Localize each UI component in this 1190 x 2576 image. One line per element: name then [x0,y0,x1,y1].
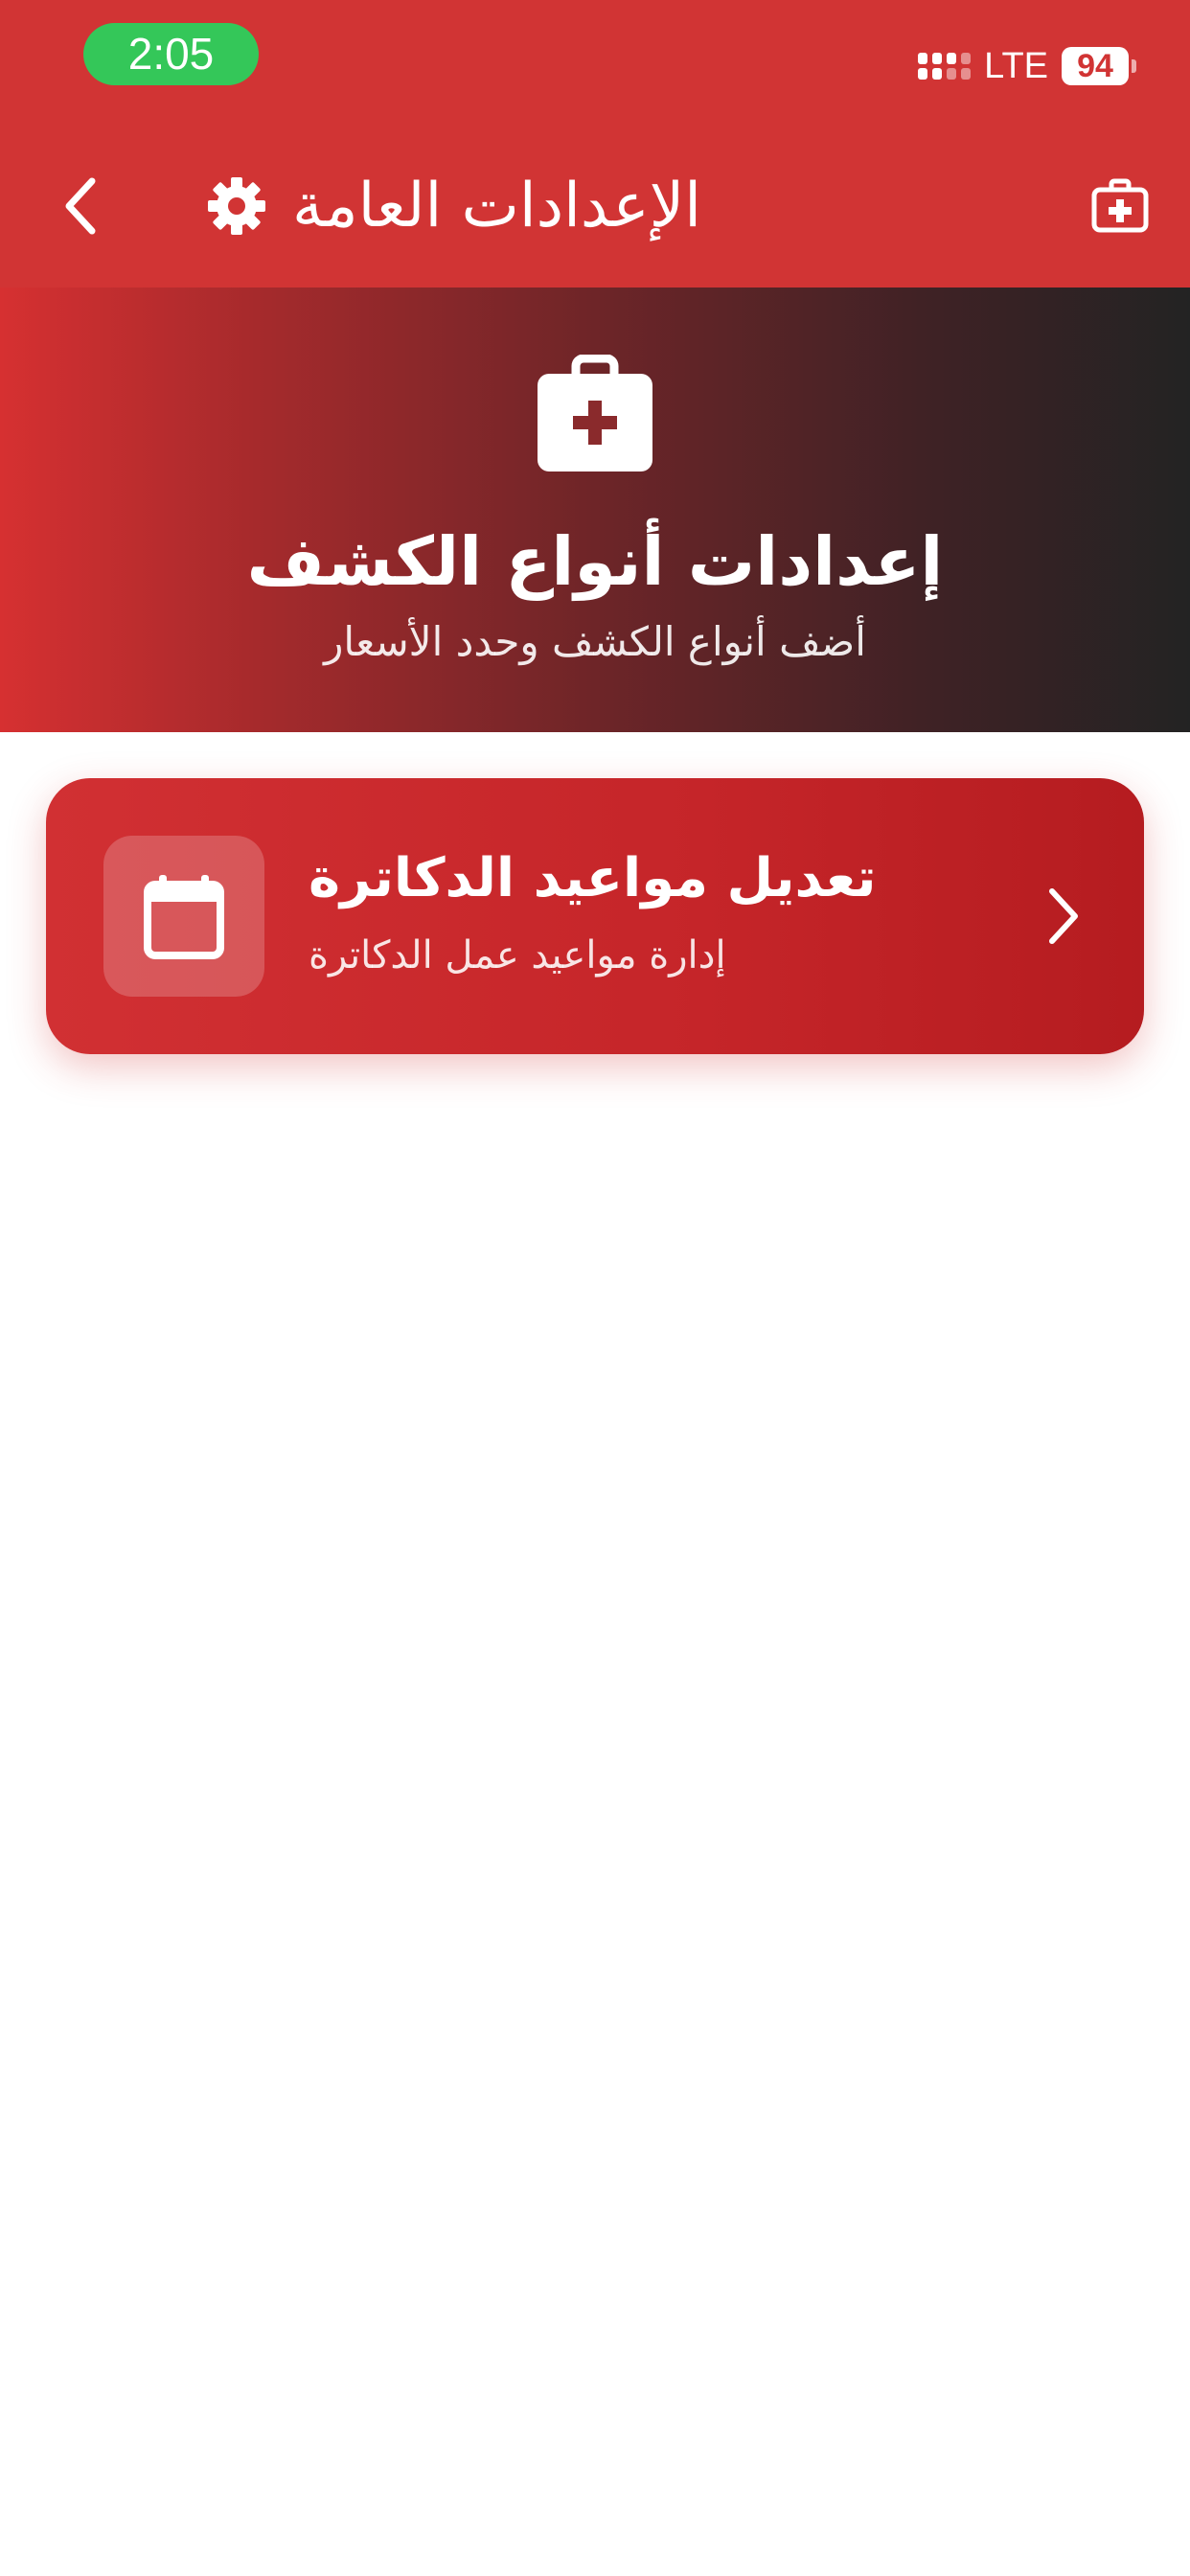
status-indicators: LTE 94 [918,42,1136,90]
doctor-schedule-card[interactable]: تعديل مواعيد الدكاترة إدارة مواعيد عمل ا… [46,778,1144,1054]
hero-subtitle: أضف أنواع الكشف وحدد الأسعار [324,618,866,665]
card-title: تعديل مواعيد الدكاترة [309,847,877,909]
card-icon-container [103,836,264,997]
network-type: LTE [984,45,1048,86]
chevron-left-icon [65,177,96,235]
chevron-right-icon [1049,888,1078,944]
medical-kit-button[interactable] [1087,172,1154,240]
medical-kit-icon [1091,178,1149,233]
app-header: 2:05 LTE 94 الإعدادات العامة [0,0,1190,288]
hero-banner: إعدادات أنواع الكشف أضف أنواع الكشف وحدد… [0,288,1190,732]
back-button[interactable] [54,168,107,244]
battery-icon: 94 [1062,47,1136,85]
card-subtitle: إدارة مواعيد عمل الدكاترة [309,933,726,978]
page-title: الإعدادات العامة [292,171,701,242]
header-title-group: الإعدادات العامة [206,163,701,249]
signal-icon [918,53,972,80]
status-time: 2:05 [83,23,259,85]
medical-kit-icon [538,355,652,472]
gear-icon [208,177,265,235]
hero-title: إعدادات أنواع الكشف [246,522,944,601]
calendar-icon [144,875,224,959]
